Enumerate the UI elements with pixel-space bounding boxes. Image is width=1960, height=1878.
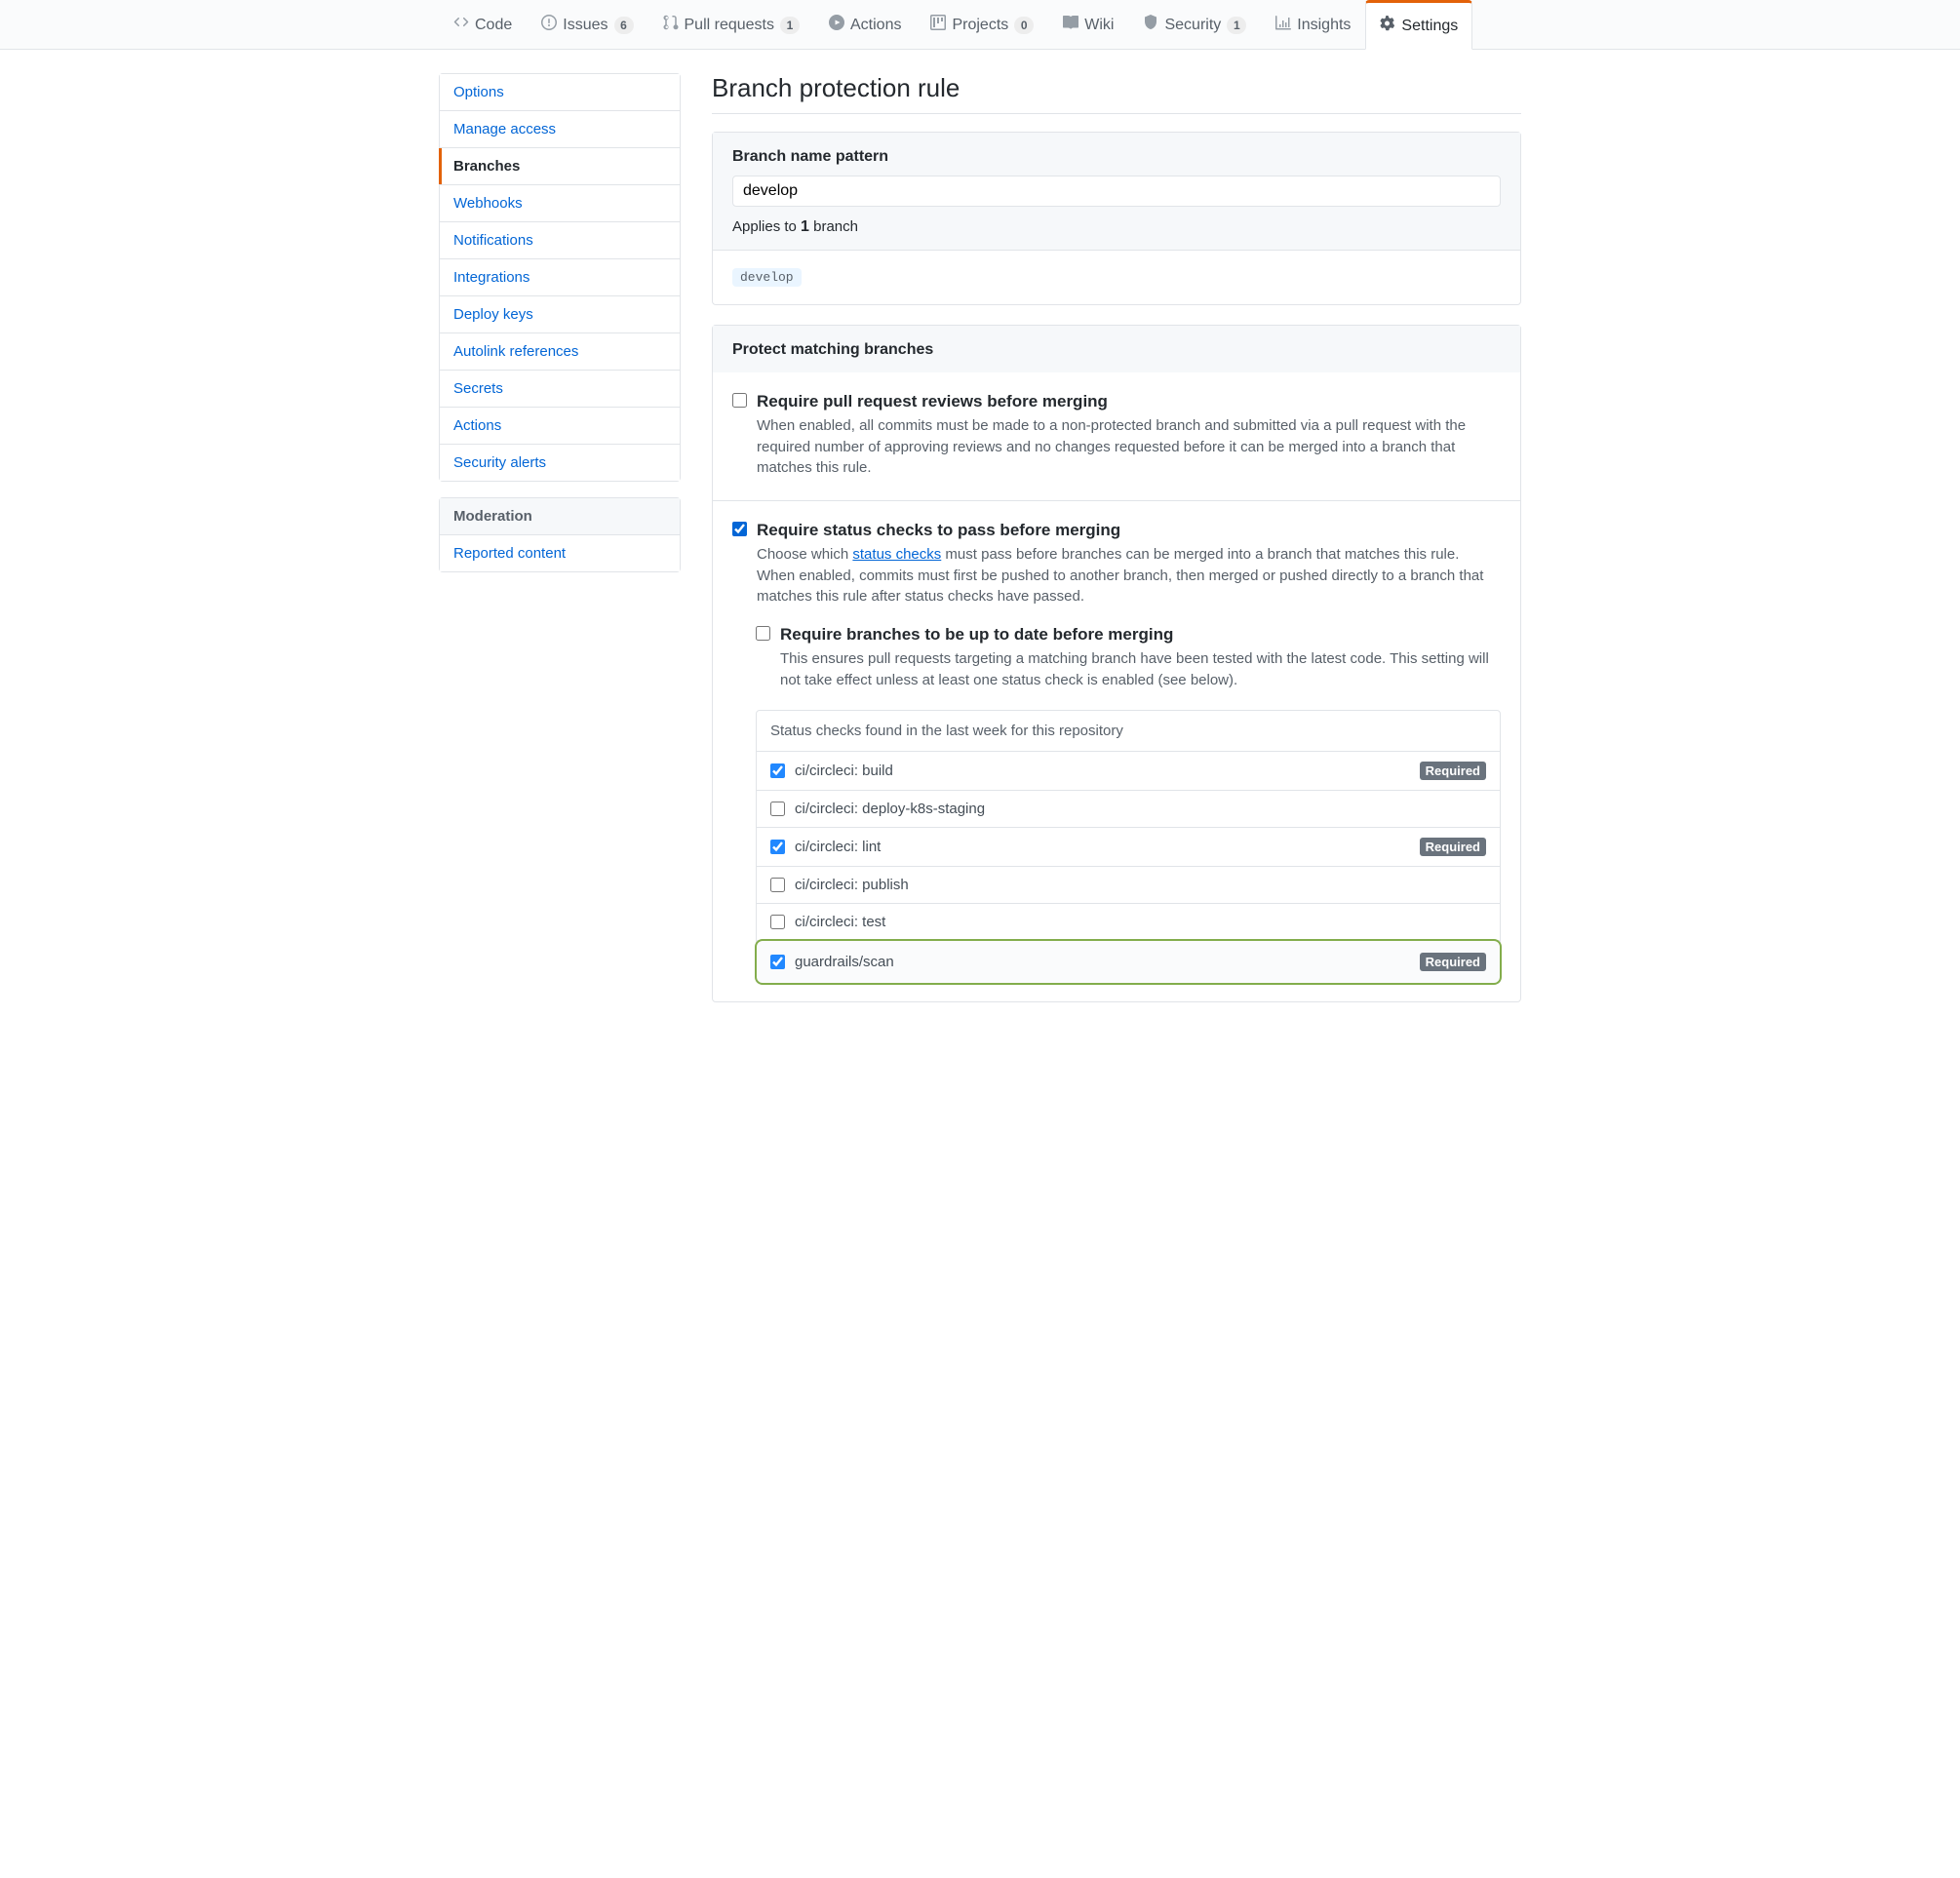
tab-counter: 6: [614, 17, 634, 34]
settings-icon: [1380, 16, 1395, 36]
pattern-input[interactable]: [732, 176, 1501, 207]
applies-count: 1: [801, 218, 809, 235]
tab-counter: 1: [780, 17, 800, 34]
require-pr-reviews-label: Require pull request reviews before merg…: [757, 390, 1501, 413]
status-check-checkbox[interactable]: [770, 802, 785, 816]
status-check-checkbox[interactable]: [770, 955, 785, 969]
sidebar-item-secrets[interactable]: Secrets: [440, 371, 680, 408]
pull-requests-icon: [663, 15, 679, 35]
tab-label: Issues: [563, 17, 608, 34]
require-pr-reviews-checkbox[interactable]: [732, 393, 747, 408]
status-check-row: ci/circleci: lint Required: [757, 828, 1500, 867]
tab-label: Pull requests: [685, 17, 775, 34]
require-up-to-date-note: This ensures pull requests targeting a m…: [780, 648, 1501, 691]
settings-sidebar: OptionsManage accessBranchesWebhooksNoti…: [439, 73, 681, 1022]
page-title: Branch protection rule: [712, 73, 1521, 103]
required-badge: Required: [1420, 953, 1486, 971]
sidebar-item-branches[interactable]: Branches: [440, 148, 680, 185]
matched-branch-chip: develop: [732, 268, 802, 287]
sidebar-item-security-alerts[interactable]: Security alerts: [440, 445, 680, 481]
security-icon: [1143, 15, 1158, 35]
tab-label: Security: [1164, 17, 1221, 34]
applies-prefix: Applies to: [732, 218, 801, 235]
tab-label: Code: [475, 17, 512, 34]
protect-panel: Protect matching branches Require pull r…: [712, 325, 1521, 1002]
tab-label: Actions: [850, 17, 901, 34]
sidebar-item-autolink-references[interactable]: Autolink references: [440, 333, 680, 371]
status-checks-heading: Status checks found in the last week for…: [757, 711, 1500, 752]
required-badge: Required: [1420, 762, 1486, 780]
tab-label: Settings: [1401, 18, 1458, 35]
status-check-name: ci/circleci: publish: [795, 877, 909, 893]
tab-label: Wiki: [1084, 17, 1114, 34]
status-check-row: ci/circleci: test: [757, 904, 1500, 941]
status-check-checkbox[interactable]: [770, 915, 785, 929]
status-check-name: ci/circleci: deploy-k8s-staging: [795, 801, 985, 817]
tab-pull-requests[interactable]: Pull requests 1: [648, 0, 815, 50]
sidebar-item-deploy-keys[interactable]: Deploy keys: [440, 296, 680, 333]
tab-actions[interactable]: Actions: [814, 0, 916, 50]
status-checks-link[interactable]: status checks: [852, 546, 941, 563]
status-check-row: ci/circleci: deploy-k8s-staging: [757, 791, 1500, 828]
tab-counter: 0: [1014, 17, 1034, 34]
issues-icon: [541, 15, 557, 35]
status-check-checkbox[interactable]: [770, 763, 785, 778]
sidebar-item-integrations[interactable]: Integrations: [440, 259, 680, 296]
tab-issues[interactable]: Issues 6: [527, 0, 647, 50]
require-status-checks-note: Choose which status checks must pass bef…: [757, 544, 1501, 607]
tab-counter: 1: [1227, 17, 1246, 34]
wiki-icon: [1063, 15, 1078, 35]
status-check-row: ci/circleci: build Required: [757, 752, 1500, 791]
note-pre: Choose which: [757, 546, 852, 563]
page-subhead: Branch protection rule: [712, 73, 1521, 114]
require-status-checks-label: Require status checks to pass before mer…: [757, 519, 1501, 542]
tab-wiki[interactable]: Wiki: [1048, 0, 1128, 50]
status-check-checkbox[interactable]: [770, 840, 785, 854]
tab-label: Insights: [1297, 17, 1351, 34]
sidebar-item-reported-content[interactable]: Reported content: [440, 535, 680, 571]
protect-heading: Protect matching branches: [732, 341, 933, 358]
tab-code[interactable]: Code: [439, 0, 527, 50]
require-pr-reviews-note: When enabled, all commits must be made t…: [757, 415, 1501, 479]
sidebar-item-notifications[interactable]: Notifications: [440, 222, 680, 259]
projects-icon: [930, 15, 946, 35]
status-checks-list: Status checks found in the last week for…: [756, 710, 1501, 984]
sidebar-heading: Moderation: [440, 498, 680, 535]
tab-insights[interactable]: Insights: [1261, 0, 1365, 50]
sidebar-item-options[interactable]: Options: [440, 74, 680, 111]
tab-security[interactable]: Security 1: [1128, 0, 1261, 50]
tab-label: Projects: [952, 17, 1008, 34]
applies-suffix: branch: [809, 218, 858, 235]
insights-icon: [1275, 15, 1291, 35]
status-check-name: guardrails/scan: [795, 954, 894, 970]
code-icon: [453, 15, 469, 35]
status-check-name: ci/circleci: test: [795, 914, 885, 930]
pattern-label: Branch name pattern: [732, 148, 888, 165]
status-check-checkbox[interactable]: [770, 878, 785, 892]
applies-text: Applies to 1 branch: [732, 218, 1501, 236]
repo-tabnav: Code Issues 6 Pull requests 1 Actions Projects…: [0, 0, 1960, 50]
tab-settings[interactable]: Settings: [1365, 0, 1472, 50]
status-check-row: guardrails/scan Required: [757, 941, 1500, 983]
status-check-row: ci/circleci: publish: [757, 867, 1500, 904]
sidebar-item-manage-access[interactable]: Manage access: [440, 111, 680, 148]
status-check-name: ci/circleci: lint: [795, 839, 881, 855]
require-up-to-date-checkbox[interactable]: [756, 626, 770, 641]
sidebar-item-webhooks[interactable]: Webhooks: [440, 185, 680, 222]
branch-pattern-panel: Branch name pattern Applies to 1 branch …: [712, 132, 1521, 305]
status-check-name: ci/circleci: build: [795, 763, 893, 779]
sidebar-item-actions[interactable]: Actions: [440, 408, 680, 445]
tab-projects[interactable]: Projects 0: [916, 0, 1048, 50]
require-status-checks-checkbox[interactable]: [732, 522, 747, 536]
required-badge: Required: [1420, 838, 1486, 856]
actions-icon: [829, 15, 844, 35]
require-up-to-date-label: Require branches to be up to date before…: [780, 623, 1501, 646]
